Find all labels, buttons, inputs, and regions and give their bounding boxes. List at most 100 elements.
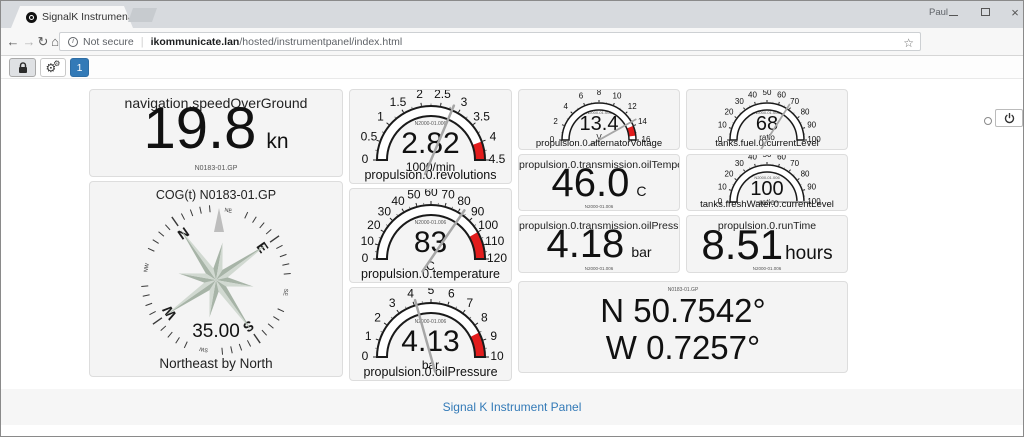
window-close-button[interactable]: × [1001,1,1024,23]
svg-text:70: 70 [790,159,799,168]
widget-speed-over-ground[interactable]: navigation.speedOverGround 19.8 kn N0183… [89,89,343,177]
svg-text:70: 70 [441,189,455,201]
bookmark-star-icon[interactable]: ☆ [903,36,914,50]
svg-text:7: 7 [466,296,473,310]
gauge-value: 68 [687,114,847,134]
svg-text:NW: NW [143,262,151,273]
gauge-label: tanks.freshWater.0.currentLevel [687,200,847,210]
speed-unit: kn [266,130,288,154]
heading-value: 35.00 [90,321,342,343]
svg-text:2: 2 [416,90,423,101]
svg-text:40: 40 [748,155,757,161]
widget-title: COG(t) N0183-01.GP [90,188,342,202]
widget-transmission-oil-pressure[interactable]: propulsion.0.transmission.oilPressure 4.… [518,215,680,273]
longitude-value: W 0.7257° [519,329,847,366]
power-button[interactable] [995,109,1023,127]
widget-gps-position[interactable]: N0183-01.GP N 50.7542° W 0.7257° [518,281,848,373]
widget-fuel-level-gauge[interactable]: N2000-01.006 68 ratio tanks.fuel.0.curre… [686,89,848,150]
url-host: ikommunicate.lan [151,36,240,48]
svg-text:W: W [159,302,180,323]
value: 46.0 [552,163,630,203]
lock-layout-button[interactable] [9,58,36,77]
svg-text:60: 60 [777,155,786,161]
back-icon[interactable]: ← [5,28,21,55]
lock-icon [18,62,28,74]
svg-text:4: 4 [564,102,569,111]
svg-text:30: 30 [735,97,744,106]
gauge-value: 13.4 [519,114,679,134]
gauge-value: 4.13 [350,327,511,357]
unit: bar [631,244,651,260]
svg-text:30: 30 [378,205,392,219]
svg-text:60: 60 [424,189,438,199]
svg-text:60: 60 [777,90,786,99]
svg-text:5: 5 [428,288,435,297]
window-minimize-button[interactable] [939,1,967,23]
widget-engine-temperature-gauge[interactable]: N2000-01.006 83 C propulsion.0.temperatu… [349,188,512,283]
url-path: /hosted/instrumentpanel/index.html [239,36,402,48]
power-icon [1004,113,1015,124]
svg-text:40: 40 [748,90,757,99]
signalk-favicon-icon [26,12,37,23]
new-tab-button[interactable] [128,8,157,22]
value: 8.51 [701,224,783,266]
svg-text:12: 12 [628,102,637,111]
latitude-value: N 50.7542° [519,292,847,329]
gauge-label: propulsion.0.temperature [350,268,511,281]
signalk-footer-link[interactable]: Signal K Instrument Panel [443,400,582,414]
widget-compass-cog[interactable]: COG(t) N0183-01.GP NESWNESESWNW 35.00 No… [89,181,343,377]
settings-button[interactable]: ⚙ ⚙ [40,58,66,77]
notification-count-button[interactable]: 1 [70,58,89,77]
close-icon: × [1011,6,1019,19]
omnibox-divider: | [141,36,144,48]
svg-text:E: E [253,239,271,256]
svg-text:3: 3 [389,296,396,310]
window-maximize-button[interactable] [971,1,999,23]
svg-text:4: 4 [407,288,414,300]
page-info-icon[interactable]: i [68,37,78,47]
data-source: N2000-01.006 [519,204,679,209]
speed-value: 19.8 [143,100,256,158]
gauge-label: propulsion.0.revolutions [350,169,511,182]
data-source: N2000-01.006 [687,266,847,271]
widget-fresh-water-level-gauge[interactable]: N2000-01.006 100 ratio tanks.freshWater.… [686,154,848,211]
widget-revolutions-gauge[interactable]: N2000-01.006 2.82 1000/min propulsion.0.… [349,89,512,184]
gear-small-icon: ⚙ [53,60,60,68]
gauge-label: tanks.fuel.0.currentLevel [687,139,847,149]
svg-text:3: 3 [461,95,468,109]
value: 4.18 [546,224,624,264]
connection-status-icon [984,117,992,125]
svg-text:10: 10 [613,92,622,101]
browser-window: SignalK Instrumentpanel × Paul × ← → ↻ ⌂… [0,0,1024,437]
widget-engine-run-time[interactable]: propulsion.0.runTime 8.51 hours N2000-01… [686,215,848,273]
svg-text:8: 8 [597,90,602,97]
gauge-label: propulsion.0.alternatorVoltage [519,139,679,149]
svg-text:50: 50 [763,90,772,97]
gauge-value: 100 [687,179,847,199]
svg-text:6: 6 [448,288,455,300]
heading-name: Northeast by North [90,356,342,371]
gauge-value: 83 [350,228,511,258]
gauge-label: propulsion.0.oilPressure [350,366,511,379]
svg-text:50: 50 [763,155,772,159]
data-source: N2000-01.006 [519,266,679,271]
svg-text:40: 40 [391,194,405,208]
address-bar[interactable]: i Not secure | ikommunicate.lan /hosted/… [59,32,921,51]
maximize-icon [981,8,990,16]
security-label: Not secure [83,36,134,48]
svg-text:6: 6 [579,92,584,101]
widget-alternator-voltage-gauge[interactable]: N2000-01.006 13.4 V propulsion.0.alterna… [518,89,680,150]
svg-text:1.5: 1.5 [390,95,407,109]
svg-text:N: N [175,224,192,243]
svg-text:NE: NE [224,207,233,214]
tab-close-icon[interactable]: × [162,12,168,23]
widget-transmission-oil-temperature[interactable]: propulsion.0.transmission.oilTemperature… [518,154,680,211]
data-source: N0183-01.GP [90,165,342,172]
widget-oil-pressure-gauge[interactable]: N2000-01.006 4.13 bar propulsion.0.oilPr… [349,287,512,381]
svg-text:70: 70 [790,97,799,106]
gauge-value: 2.82 [350,129,511,159]
svg-text:2.5: 2.5 [434,90,451,101]
page-footer: Signal K Instrument Panel [1,389,1023,425]
browser-titlebar: SignalK Instrumentpanel × Paul × [1,1,1023,28]
browser-tab[interactable]: SignalK Instrumentpanel × [11,6,133,28]
